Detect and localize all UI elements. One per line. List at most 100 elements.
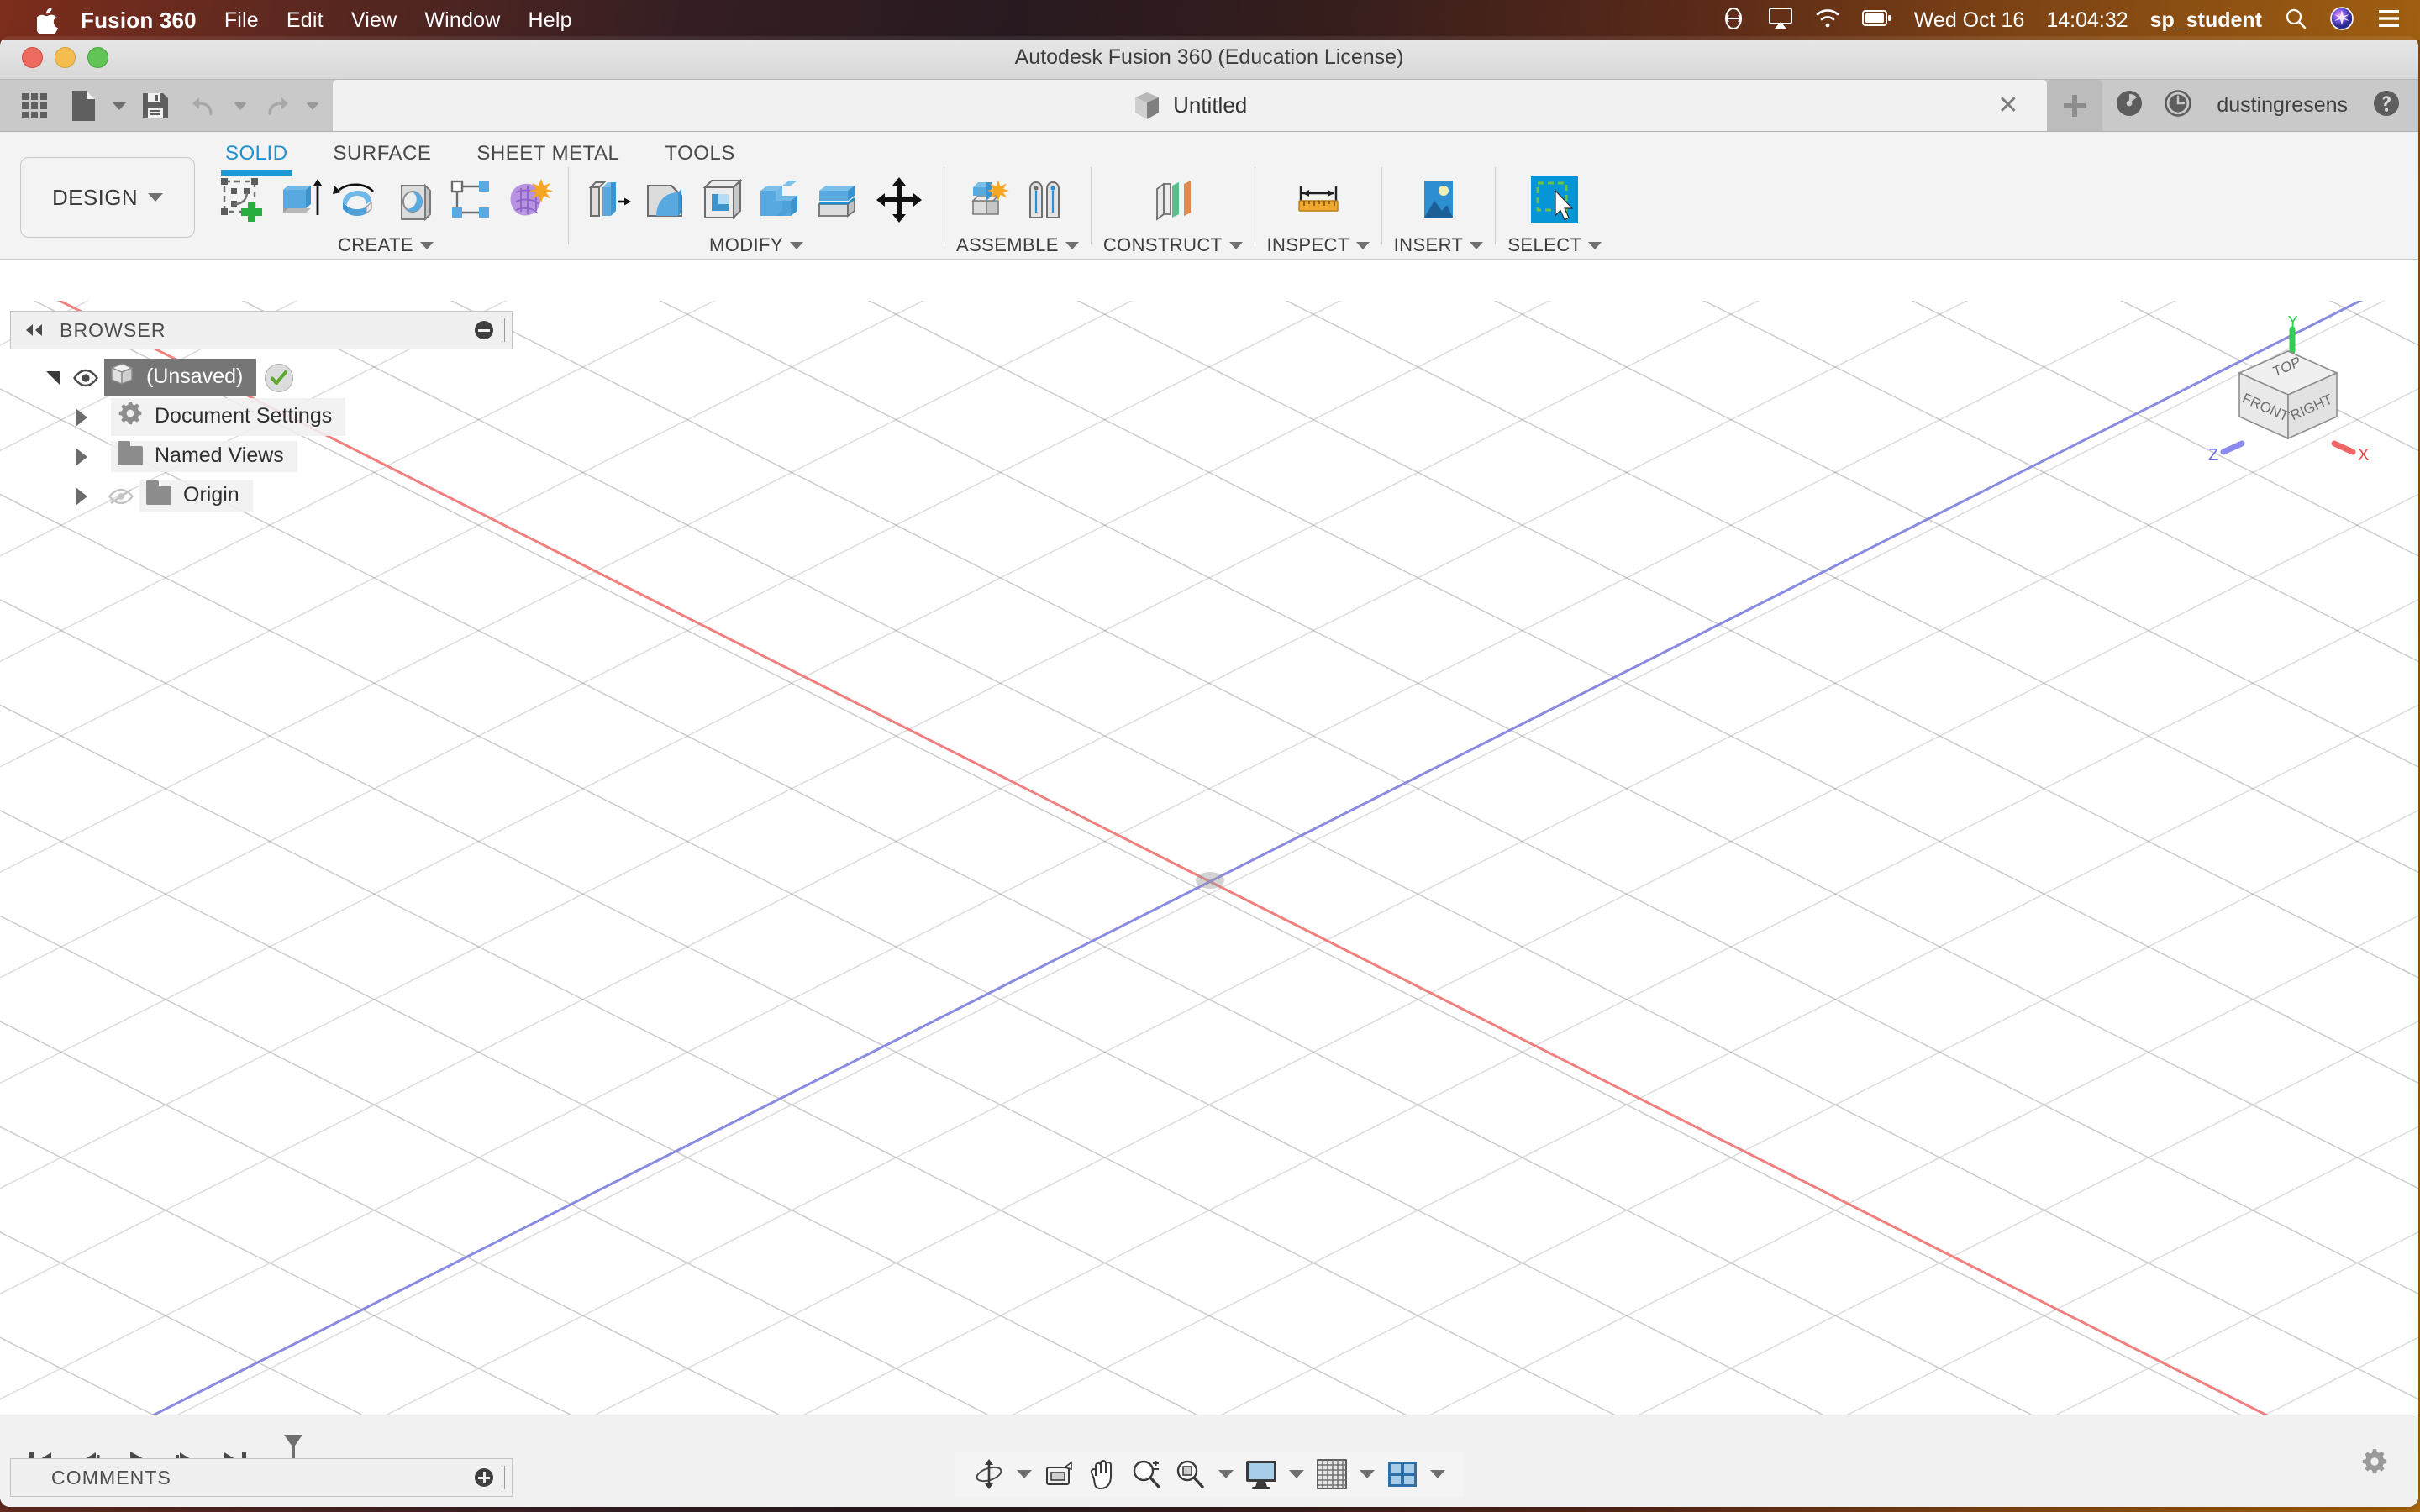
battery-icon[interactable] [1861,9,1892,32]
select-tool[interactable] [1522,170,1587,230]
tree-item-named-views-chip[interactable]: Named Views [111,441,297,472]
close-icon[interactable]: ✕ [1997,92,2018,118]
ribbon-group-assemble-label[interactable]: ASSEMBLE [956,234,1079,256]
minus-circle-icon[interactable] [475,321,493,339]
siri-icon[interactable] [2329,6,2354,35]
menu-item-fusion360[interactable]: Fusion 360 [81,8,197,34]
save-button[interactable] [133,83,178,129]
visibility-eye-off-icon[interactable] [103,487,139,506]
redo-caret[interactable] [302,83,323,129]
tab-sheet-metal[interactable]: SHEET METAL [476,137,619,171]
create-form-tool[interactable] [501,170,556,230]
tree-item-origin[interactable]: Origin [10,476,513,516]
viewport-canvas[interactable]: BROWSER (Unsaved) Document Settings Name… [0,301,2418,1507]
sweep-tool[interactable] [387,170,442,230]
look-at-button[interactable] [1039,1454,1081,1494]
insert-image-tool[interactable] [1406,170,1471,230]
view-cube[interactable]: Y X Z TOP FRONT RIGHT [2193,312,2386,484]
macos-clock[interactable]: 14:04:32 [2046,8,2128,33]
control-center-icon[interactable] [2376,8,2402,34]
grid-snaps-button[interactable] [1311,1454,1353,1494]
airplay-icon[interactable] [1768,7,1793,34]
visibility-eye-icon[interactable] [67,369,104,387]
menu-item-edit[interactable]: Edit [287,8,324,33]
menu-item-file[interactable]: File [224,8,259,33]
revolve-tool[interactable] [329,170,385,230]
measure-tool[interactable] [1286,170,1351,230]
show-data-panel-button[interactable] [12,83,57,129]
resize-grip[interactable] [502,1466,505,1489]
press-pull-tool[interactable] [581,170,636,230]
create-sketch-tool[interactable] [215,170,271,230]
new-component-tool[interactable] [961,170,1017,230]
ribbon-group-insert-label[interactable]: INSERT [1394,234,1484,256]
pan-button[interactable] [1082,1454,1124,1494]
tree-item-document-settings-chip[interactable]: Document Settings [111,398,346,436]
menu-item-window[interactable]: Window [424,8,500,33]
orbit-caret[interactable] [1012,1454,1037,1494]
new-document-caret[interactable] [109,83,129,129]
wifi-icon[interactable] [1815,8,1840,34]
job-status-icon[interactable] [2114,88,2144,123]
macos-user[interactable]: sp_student [2150,8,2262,33]
viewports-caret[interactable] [1425,1454,1450,1494]
tab-solid[interactable]: SOLID [221,137,292,176]
display-settings-button[interactable] [1240,1454,1282,1494]
tree-item-document-settings[interactable]: Document Settings [10,397,513,437]
tab-tools[interactable]: TOOLS [665,137,734,171]
tree-item-origin-chip[interactable]: Origin [139,480,253,512]
ribbon-group-create-label[interactable]: CREATE [338,234,434,256]
display-settings-caret[interactable] [1284,1454,1309,1494]
fit-button[interactable] [1170,1454,1212,1494]
tab-surface[interactable]: SURFACE [334,137,432,171]
macos-date[interactable]: Wed Oct 16 [1914,8,2025,33]
ribbon-group-select-label[interactable]: SELECT [1507,234,1602,256]
green-check-icon[interactable] [265,363,294,392]
orbit-button[interactable] [968,1454,1010,1494]
undo-caret[interactable] [230,83,250,129]
move-copy-tool[interactable] [866,170,932,230]
resize-grip[interactable] [502,318,505,342]
clock-icon[interactable] [2163,88,2193,123]
fillet-tool[interactable] [638,170,693,230]
timeline-settings-button[interactable] [2361,1448,2400,1475]
expand-triangle-icon[interactable] [67,486,96,506]
expand-triangle-icon[interactable] [39,370,67,385]
grid-snaps-caret[interactable] [1355,1454,1380,1494]
help-question-icon[interactable] [2371,88,2402,123]
redo-button[interactable] [254,83,299,129]
joint-tool[interactable] [1018,170,1074,230]
offset-face-tool[interactable] [809,170,865,230]
tree-item-unsaved-chip[interactable]: (Unsaved) [104,359,257,396]
ribbon-group-inspect-label[interactable]: INSPECT [1267,234,1370,256]
tree-item-named-views[interactable]: Named Views [10,437,513,476]
new-tab-button[interactable] [2047,80,2103,131]
fit-caret[interactable] [1213,1454,1239,1494]
ribbon-group-modify-label[interactable]: MODIFY [709,234,803,256]
account-username[interactable]: dustingresens [2217,93,2348,118]
extrude-tool[interactable] [272,170,328,230]
shell-tool[interactable] [695,170,750,230]
document-tab-untitled[interactable]: Untitled ✕ [333,80,2048,131]
menu-item-help[interactable]: Help [528,8,571,33]
plus-circle-icon[interactable] [475,1468,493,1487]
new-document-button[interactable] [60,83,106,129]
search-icon[interactable] [2284,7,2307,34]
maximize-window-button[interactable] [87,47,108,68]
tree-item-unsaved[interactable]: (Unsaved) [10,358,513,397]
offset-plane-tool[interactable] [1140,170,1206,230]
combine-tool[interactable] [752,170,808,230]
pattern-tool[interactable] [444,170,499,230]
undo-button[interactable] [182,83,227,129]
viewports-button[interactable] [1381,1454,1423,1494]
ribbon-group-construct-label[interactable]: CONSTRUCT [1103,234,1243,256]
collapse-left-icon[interactable] [23,323,46,338]
expand-triangle-icon[interactable] [67,407,96,427]
workspace-switcher-design[interactable]: DESIGN [20,157,195,238]
expand-triangle-icon[interactable] [67,447,96,466]
menu-item-view[interactable]: View [351,8,397,33]
zoom-button[interactable] [1126,1454,1168,1494]
arrows-horizontal-icon[interactable] [1721,6,1746,35]
close-window-button[interactable] [22,47,43,68]
minimize-window-button[interactable] [55,47,76,68]
